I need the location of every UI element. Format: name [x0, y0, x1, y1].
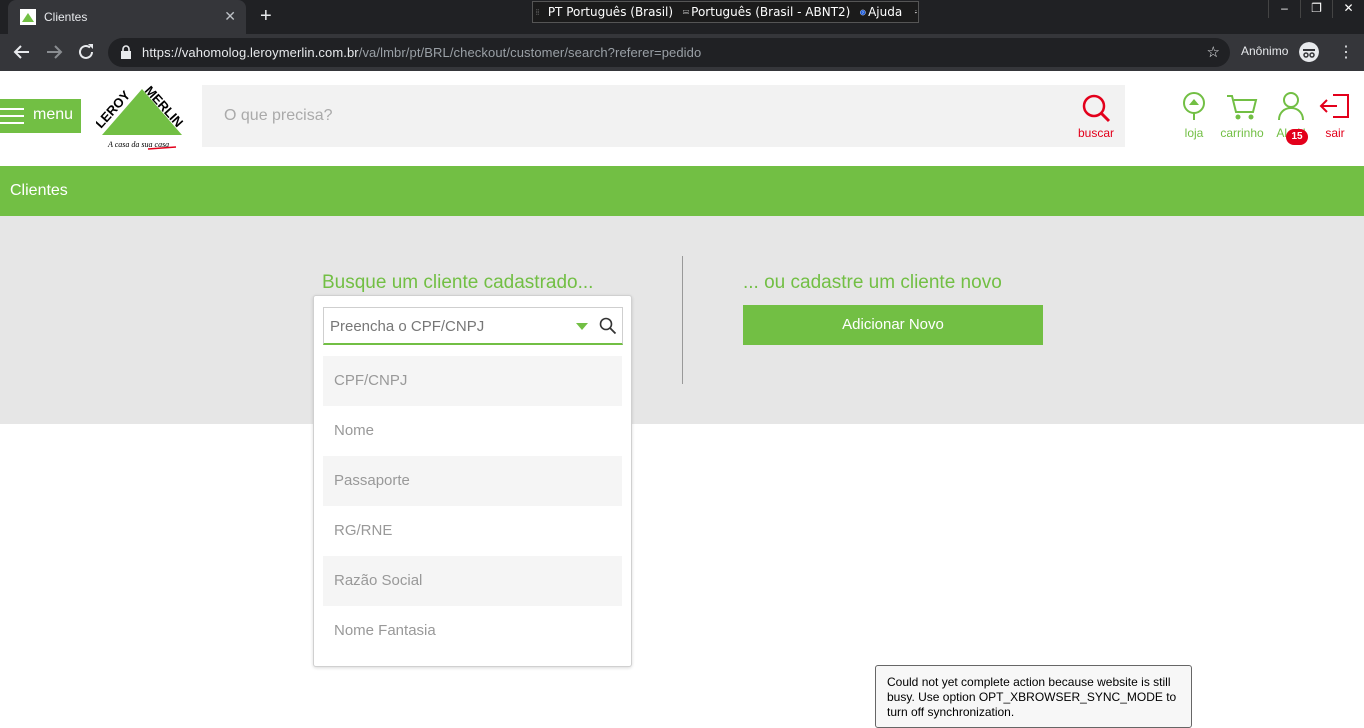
option-nome-fantasia[interactable]: Nome Fantasia	[323, 606, 622, 656]
store-label: loja	[1184, 126, 1204, 140]
help-icon: ?	[860, 9, 867, 15]
back-arrow-icon[interactable]	[11, 41, 33, 63]
browser-menu-icon[interactable]: ⋮	[1338, 42, 1354, 62]
option-passaporte[interactable]: Passaporte	[323, 456, 622, 506]
browser-tab[interactable]: Clientes ✕	[8, 0, 246, 34]
new-tab-button[interactable]: +	[260, 5, 272, 28]
cart-link[interactable]: carrinho	[1218, 91, 1266, 140]
leroy-merlin-favicon-icon	[20, 9, 36, 25]
tab-title: Clientes	[44, 10, 88, 24]
url-host: https://vahomolog.leroymerlin.com.br	[142, 45, 359, 60]
langbar-options-icon[interactable]	[914, 6, 918, 18]
hamburger-icon	[0, 108, 24, 124]
section-divider	[682, 256, 683, 384]
menu-label: menu	[33, 106, 74, 123]
chevron-down-icon[interactable]	[576, 323, 588, 330]
user-icon	[1278, 92, 1304, 121]
keyboard-icon	[683, 10, 690, 14]
document-search-placeholder: Preencha o CPF/CNPJ	[330, 318, 485, 335]
minimize-button[interactable]: –	[1268, 0, 1300, 18]
cart-icon	[1227, 95, 1258, 120]
reload-icon[interactable]	[75, 41, 97, 63]
search-customer-heading: Busque um cliente cadastrado...	[322, 272, 594, 293]
language-selector[interactable]: PT Português (Brasil)	[548, 5, 673, 19]
help-button[interactable]: Ajuda	[868, 5, 902, 19]
site-header: menu LEROY MERLIN A casa da sua casa bus…	[0, 71, 1364, 166]
language-bar: PT Português (Brasil) Português (Brasil …	[532, 1, 919, 23]
leroy-merlin-logo[interactable]: LEROY MERLIN A casa da sua casa	[96, 83, 188, 151]
incognito-label: Anônimo	[1241, 44, 1289, 58]
store-location-icon	[1183, 92, 1205, 120]
search-label: buscar	[1077, 126, 1115, 140]
page-title: Clientes	[10, 182, 68, 199]
search-icon[interactable]	[599, 317, 617, 335]
window-controls: – ❐ ✕	[1268, 0, 1364, 18]
incognito-icon[interactable]	[1299, 42, 1319, 62]
browser-tab-bar: Clientes ✕ + PT Português (Brasil) Portu…	[0, 0, 1364, 34]
forward-arrow-icon[interactable]	[43, 41, 65, 63]
search-input[interactable]	[202, 85, 1062, 147]
document-search-input[interactable]: Preencha o CPF/CNPJ	[323, 307, 623, 345]
option-rg-rne[interactable]: RG/RNE	[323, 506, 622, 556]
option-cpf-cnpj[interactable]: CPF/CNPJ	[323, 356, 622, 406]
lock-icon	[121, 45, 131, 59]
search-bar: buscar	[202, 85, 1125, 147]
browser-nav-bar: https://vahomolog.leroymerlin.com.br/va/…	[0, 34, 1364, 71]
restore-button[interactable]: ❐	[1300, 0, 1332, 18]
logout-icon	[1319, 94, 1349, 118]
option-razao-social[interactable]: Razão Social	[323, 556, 622, 606]
logout-label: sair	[1325, 126, 1345, 140]
svg-text:?: ?	[862, 10, 864, 15]
search-icon	[1082, 94, 1111, 123]
keyboard-selector[interactable]: Português (Brasil - ABNT2)	[691, 5, 850, 19]
url-text: https://vahomolog.leroymerlin.com.br/va/…	[142, 45, 701, 60]
menu-button[interactable]: menu	[0, 99, 81, 133]
search-button[interactable]: buscar	[1072, 93, 1120, 140]
address-bar[interactable]: https://vahomolog.leroymerlin.com.br/va/…	[108, 38, 1230, 67]
logout-link[interactable]: sair	[1318, 91, 1352, 140]
page-title-band: Clientes	[0, 166, 1364, 216]
tab-close-icon[interactable]: ✕	[224, 8, 236, 25]
close-window-button[interactable]: ✕	[1332, 0, 1364, 18]
add-new-customer-button[interactable]: Adicionar Novo	[743, 305, 1043, 345]
store-link[interactable]: loja	[1181, 91, 1207, 140]
notification-badge: 15	[1286, 129, 1308, 145]
new-customer-heading: ... ou cadastre um cliente novo	[743, 272, 1002, 293]
cart-label: carrinho	[1220, 126, 1264, 140]
search-type-dropdown: Preencha o CPF/CNPJ CPF/CNPJ Nome Passap…	[313, 295, 632, 667]
option-nome[interactable]: Nome	[323, 406, 622, 456]
url-path: /va/lmbr/pt/BRL/checkout/customer/search…	[358, 45, 702, 60]
drag-handle-icon[interactable]	[536, 4, 540, 20]
sync-warning-tooltip: Could not yet complete action because we…	[875, 665, 1192, 728]
bookmark-star-icon[interactable]: ☆	[1207, 43, 1220, 61]
